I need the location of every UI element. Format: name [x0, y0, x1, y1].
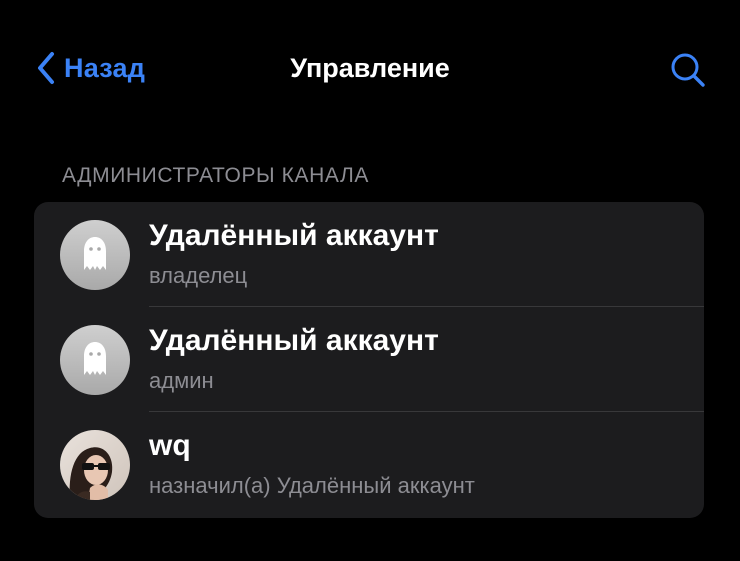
- page-title: Управление: [290, 53, 450, 83]
- avatar: [60, 430, 130, 500]
- ghost-icon: [60, 342, 130, 395]
- list-item[interactable]: Удалённый аккаунт владелец: [34, 202, 704, 307]
- search-button[interactable]: [668, 50, 708, 90]
- list-item[interactable]: Удалённый аккаунт админ: [34, 307, 704, 412]
- user-photo: [60, 430, 130, 500]
- admin-role: админ: [149, 368, 214, 393]
- search-icon: [668, 53, 708, 94]
- admins-list: Удалённый аккаунт владелец Удалённый акк…: [34, 202, 704, 518]
- section-header: АДМИНИСТРАТОРЫ КАНАЛА: [62, 164, 369, 187]
- admin-role: владелец: [149, 263, 248, 288]
- admin-name: Удалённый аккаунт: [149, 324, 439, 357]
- admin-role: назначил(а) Удалённый аккаунт: [149, 473, 475, 498]
- admin-name: Удалённый аккаунт: [149, 219, 439, 252]
- avatar: [60, 220, 130, 290]
- admin-name: wq: [149, 429, 191, 462]
- navigation-bar: Назад Управление: [0, 40, 740, 98]
- ghost-icon: [60, 237, 130, 290]
- screen: Назад Управление АДМИНИСТРАТОРЫ КАНАЛА У…: [0, 0, 740, 561]
- list-item[interactable]: wq назначил(а) Удалённый аккаунт: [34, 412, 704, 517]
- avatar: [60, 325, 130, 395]
